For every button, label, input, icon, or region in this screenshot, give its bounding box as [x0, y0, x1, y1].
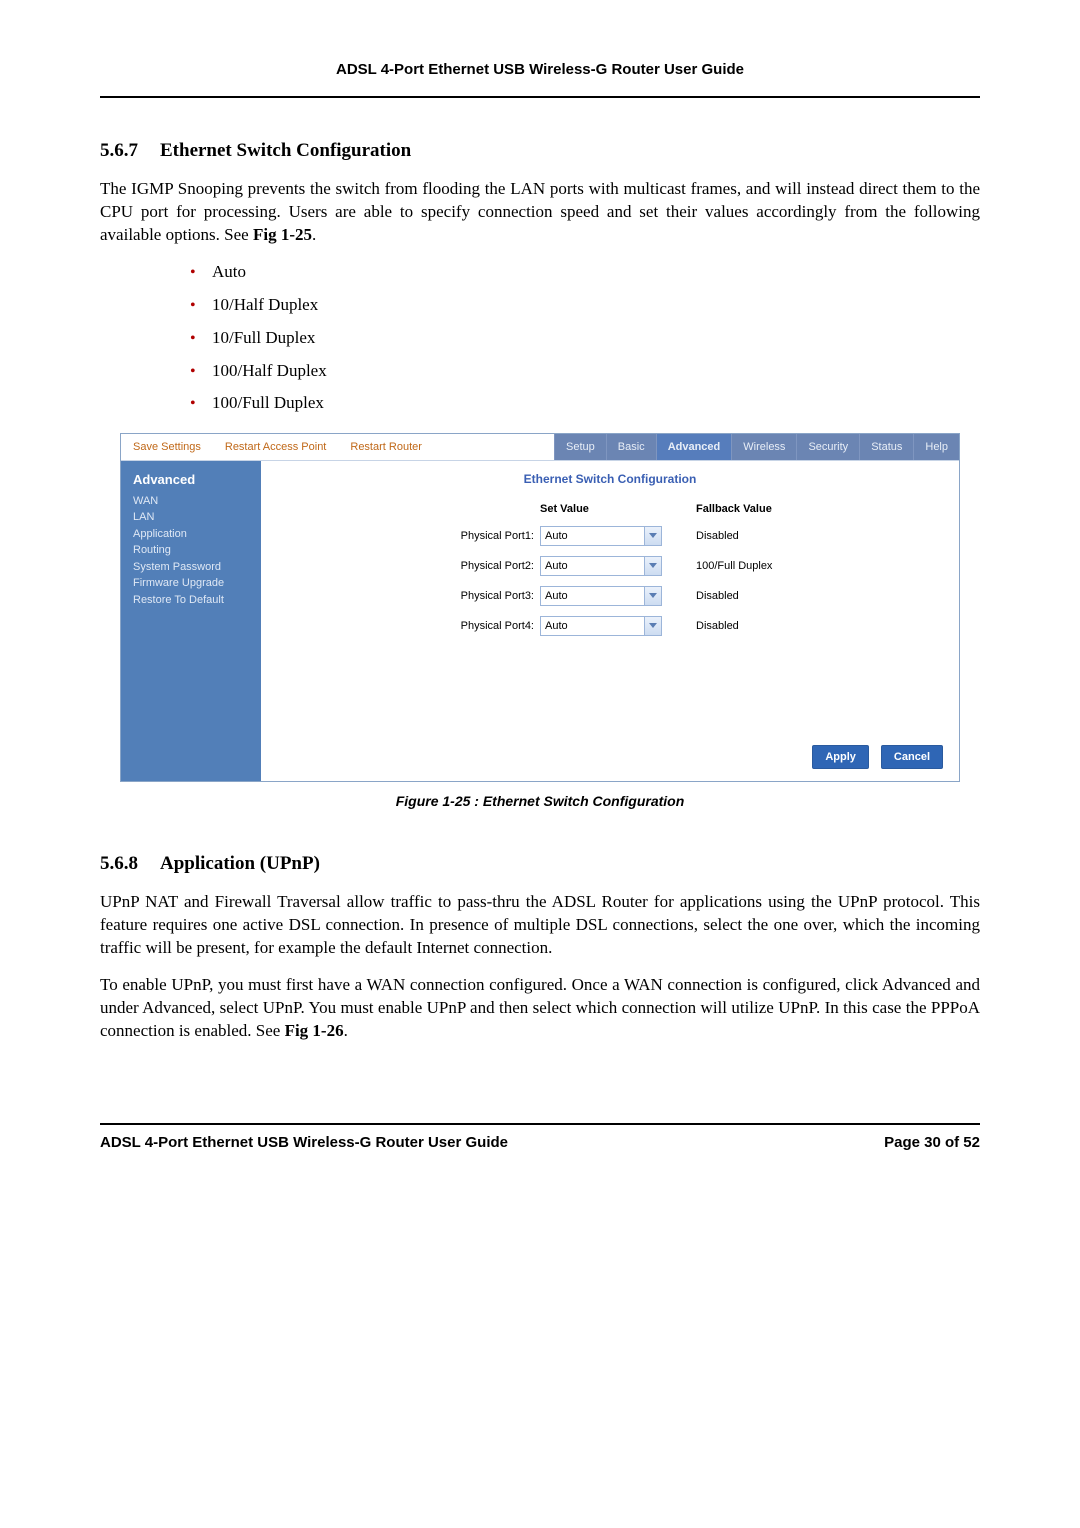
section1-paragraph1: The IGMP Snooping prevents the switch fr… [100, 178, 980, 247]
port4-label: Physical Port4: [370, 619, 540, 634]
page-header: ADSL 4-Port Ethernet USB Wireless-G Rout… [100, 60, 980, 88]
port2-select-value: Auto [541, 557, 644, 575]
list-item: 10/Full Duplex [190, 327, 980, 350]
p1-text-a: The IGMP Snooping prevents the switch fr… [100, 179, 980, 244]
sidebar-item-routing[interactable]: Routing [133, 542, 249, 559]
list-item-label: 100/Full Duplex [212, 393, 324, 412]
footer-left: ADSL 4-Port Ethernet USB Wireless-G Rout… [100, 1133, 884, 1153]
header-rule [100, 96, 980, 98]
port2-fallback: 100/Full Duplex [690, 559, 850, 574]
footer-right: Page 30 of 52 [884, 1133, 980, 1153]
tab-advanced[interactable]: Advanced [656, 434, 732, 460]
p2-text-b: . [344, 1021, 348, 1040]
restart-router-link[interactable]: Restart Router [338, 434, 434, 460]
page-footer: ADSL 4-Port Ethernet USB Wireless-G Rout… [100, 1133, 980, 1153]
col-header-set-value: Set Value [540, 502, 690, 517]
port1-select[interactable]: Auto [540, 526, 662, 546]
router-sidebar: Advanced WAN LAN Application Routing Sys… [121, 461, 261, 781]
footer-rule [100, 1123, 980, 1125]
router-ui-window: Save Settings Restart Access Point Resta… [120, 433, 960, 782]
port4-select-value: Auto [541, 617, 644, 635]
sidebar-item-restore-default[interactable]: Restore To Default [133, 592, 249, 609]
port3-select-value: Auto [541, 587, 644, 605]
port4-select[interactable]: Auto [540, 616, 662, 636]
port3-select[interactable]: Auto [540, 586, 662, 606]
sidebar-category: Advanced [133, 471, 249, 489]
section-title: Ethernet Switch Configuration [160, 140, 411, 161]
figure-1-25: Save Settings Restart Access Point Resta… [100, 433, 980, 782]
router-main-panel: Ethernet Switch Configuration Set Value … [261, 461, 959, 781]
tab-wireless[interactable]: Wireless [731, 434, 796, 460]
chevron-down-icon [644, 587, 661, 605]
port3-fallback: Disabled [690, 589, 850, 604]
port-settings-grid: Set Value Fallback Value Physical Port1:… [277, 502, 943, 637]
panel-action-buttons: Apply Cancel [812, 745, 943, 770]
port2-select[interactable]: Auto [540, 556, 662, 576]
topbar-spacer [434, 434, 554, 460]
sidebar-item-system-password[interactable]: System Password [133, 559, 249, 576]
sidebar-item-wan[interactable]: WAN [133, 493, 249, 510]
section-number: 5.6.7 [100, 138, 160, 164]
chevron-down-icon [644, 617, 661, 635]
cancel-button[interactable]: Cancel [881, 745, 943, 770]
tab-status[interactable]: Status [859, 434, 913, 460]
router-body: Advanced WAN LAN Application Routing Sys… [121, 461, 959, 781]
tab-basic[interactable]: Basic [606, 434, 656, 460]
tab-help[interactable]: Help [913, 434, 959, 460]
apply-button[interactable]: Apply [812, 745, 869, 770]
list-item-label: 100/Half Duplex [212, 361, 327, 380]
p1-fig-ref: Fig 1-25 [253, 225, 312, 244]
sidebar-item-application[interactable]: Application [133, 526, 249, 543]
list-item: 10/Half Duplex [190, 294, 980, 317]
router-top-bar: Save Settings Restart Access Point Resta… [121, 434, 959, 461]
list-item: 100/Half Duplex [190, 360, 980, 383]
figure-caption: Figure 1-25 : Ethernet Switch Configurat… [100, 792, 980, 811]
section-title: Application (UPnP) [160, 853, 320, 874]
port1-label: Physical Port1: [370, 529, 540, 544]
chevron-down-icon [644, 557, 661, 575]
port2-label: Physical Port2: [370, 559, 540, 574]
port1-select-value: Auto [541, 527, 644, 545]
section2-paragraph1: UPnP NAT and Firewall Traversal allow tr… [100, 891, 980, 960]
port4-fallback: Disabled [690, 619, 850, 634]
list-item: Auto [190, 261, 980, 284]
save-settings-link[interactable]: Save Settings [121, 434, 213, 460]
section-heading-upnp: 5.6.8Application (UPnP) [100, 851, 980, 877]
tab-security[interactable]: Security [796, 434, 859, 460]
list-item: 100/Full Duplex [190, 392, 980, 415]
p2-fig-ref: Fig 1-26 [285, 1021, 344, 1040]
duplex-options-list: Auto 10/Half Duplex 10/Full Duplex 100/H… [190, 261, 980, 416]
restart-ap-link[interactable]: Restart Access Point [213, 434, 339, 460]
section2-paragraph2: To enable UPnP, you must first have a WA… [100, 974, 980, 1043]
p1-text-b: . [312, 225, 316, 244]
sidebar-item-lan[interactable]: LAN [133, 509, 249, 526]
list-item-label: 10/Half Duplex [212, 295, 318, 314]
port3-label: Physical Port3: [370, 589, 540, 604]
list-item-label: Auto [212, 262, 246, 281]
panel-title: Ethernet Switch Configuration [277, 471, 943, 487]
list-item-label: 10/Full Duplex [212, 328, 315, 347]
sidebar-item-firmware-upgrade[interactable]: Firmware Upgrade [133, 575, 249, 592]
section-number: 5.6.8 [100, 851, 160, 877]
col-header-fallback-value: Fallback Value [690, 502, 850, 517]
p2-text-a: To enable UPnP, you must first have a WA… [100, 975, 980, 1040]
port1-fallback: Disabled [690, 529, 850, 544]
tab-setup[interactable]: Setup [554, 434, 606, 460]
section-heading-ethernet: 5.6.7Ethernet Switch Configuration [100, 138, 980, 164]
chevron-down-icon [644, 527, 661, 545]
